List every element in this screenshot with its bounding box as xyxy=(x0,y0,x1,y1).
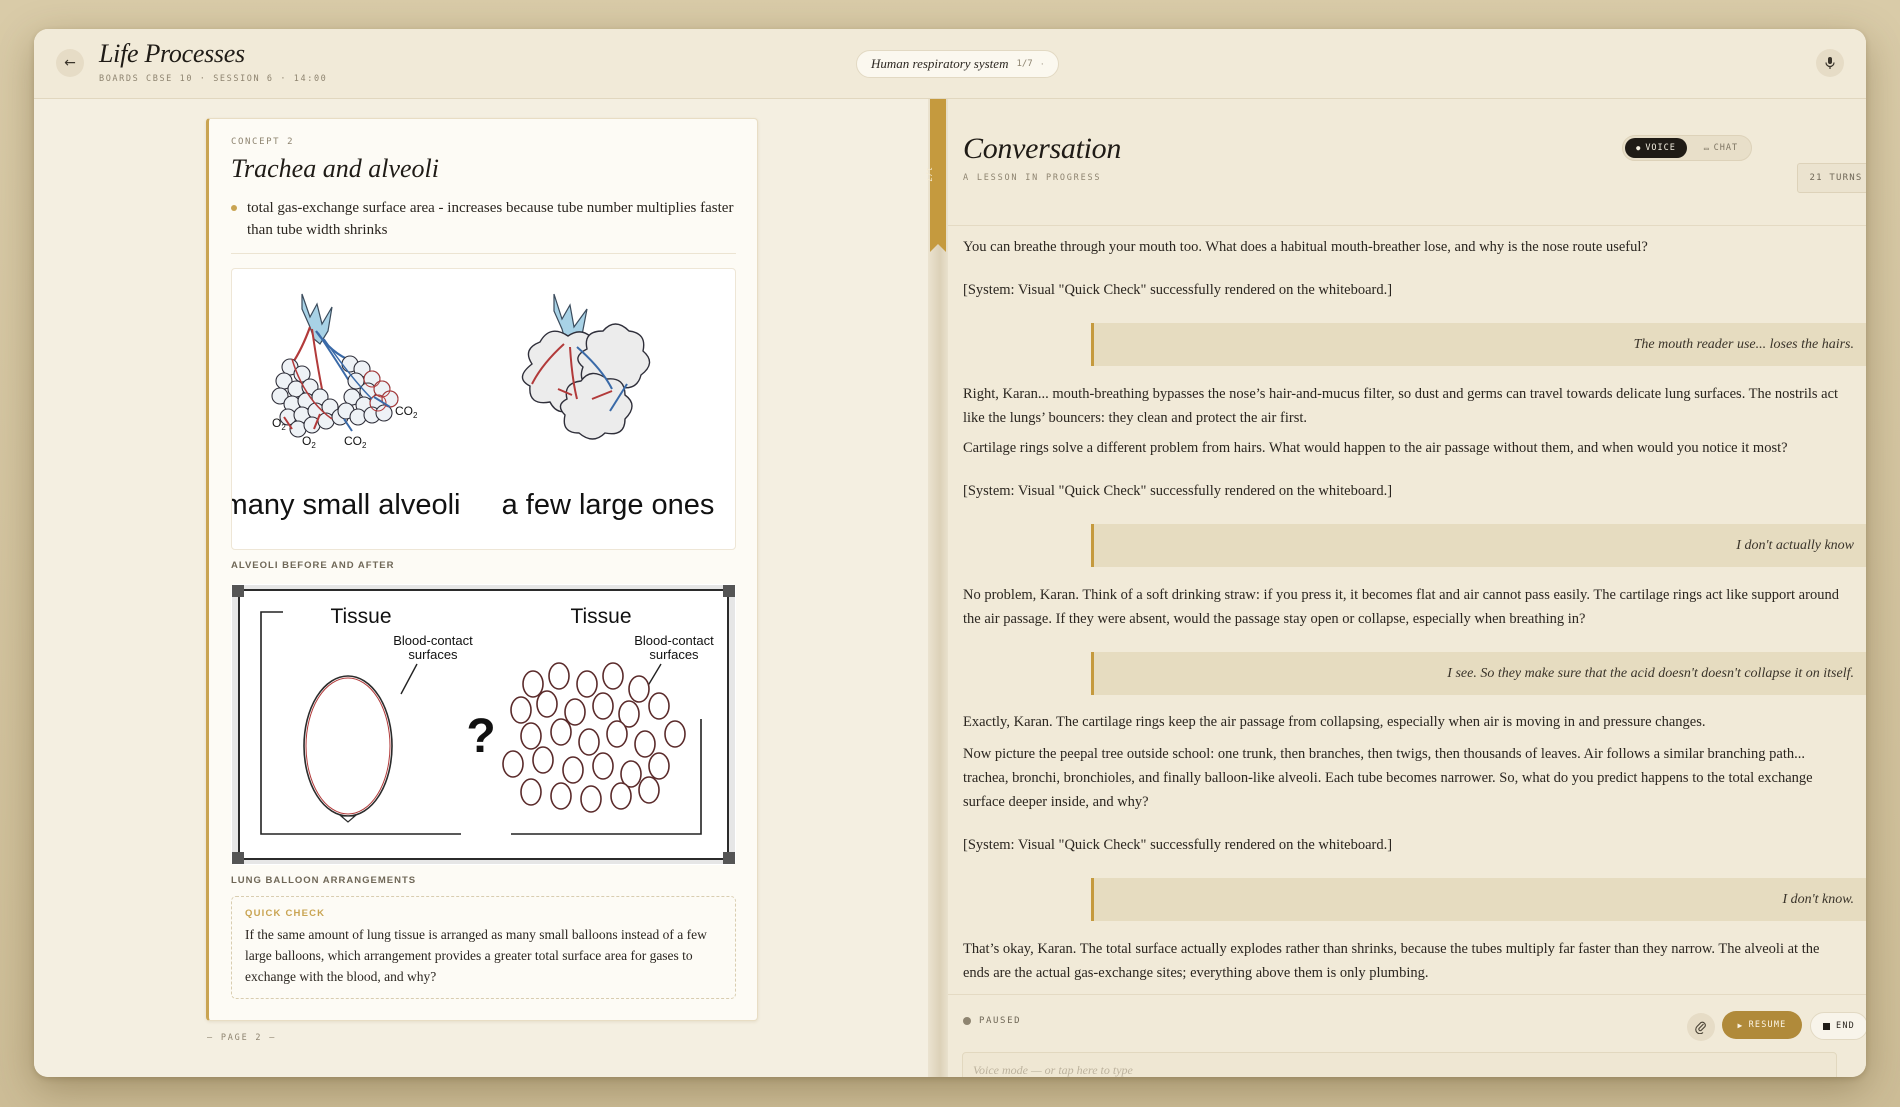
quick-check-label: QUICK CHECK xyxy=(245,908,326,919)
divider xyxy=(948,994,1866,995)
resume-label: RESUME xyxy=(1748,1020,1787,1030)
paperclip-icon xyxy=(1695,1021,1706,1034)
student-message: I don't actually know xyxy=(1091,524,1866,567)
top-bar: ← Life Processes BOARDS CBSE 10 · SESSIO… xyxy=(34,29,1866,99)
blood-contact-right: Blood-contact xyxy=(634,633,714,648)
bullet-dot xyxy=(231,205,237,211)
bullet-text: total gas-exchange surface area - increa… xyxy=(247,200,734,238)
voice-dot-icon: ● xyxy=(1636,144,1642,152)
tutor-message: That’s okay, Karan. The total surface ac… xyxy=(963,941,1820,981)
status-label: PAUSED xyxy=(979,1016,1022,1026)
app-title: Life Processes xyxy=(99,39,245,68)
student-message: The mouth reader use... loses the hairs. xyxy=(1091,323,1866,366)
mode-toggle: ● VOICE ▭ CHAT xyxy=(1622,135,1752,161)
topic-dot: · xyxy=(1040,59,1044,69)
small-alveoli-cluster: O2 O2 CO2 CO2 xyxy=(271,293,418,450)
lesson-page: CONCEPT 2 Trachea and alveoli total gas-… xyxy=(34,99,928,1077)
figure2-caption: LUNG BALLOON ARRANGEMENTS xyxy=(231,875,417,886)
student-message-text: The mouth reader use... loses the hairs. xyxy=(1633,336,1854,352)
app-window: ← Life Processes BOARDS CBSE 10 · SESSIO… xyxy=(34,29,1866,1077)
back-button[interactable]: ← xyxy=(56,49,84,77)
concept-bullet: total gas-exchange surface area - increa… xyxy=(231,197,736,241)
concept-title: Trachea and alveoli xyxy=(231,154,439,183)
system-message: [System: Visual "Quick Check" successful… xyxy=(963,483,1393,499)
blood-contact-left: Blood-contact xyxy=(393,633,473,648)
system-message: [System: Visual "Quick Check" successful… xyxy=(963,282,1393,298)
page-number: — PAGE 2 — xyxy=(207,1033,277,1043)
arrow-left-icon: ← xyxy=(64,55,76,71)
tissue-left-label: Tissue xyxy=(330,605,391,628)
svg-text:CO2: CO2 xyxy=(344,434,367,450)
tutor-message: Exactly, Karan. The cartilage rings keep… xyxy=(963,714,1706,730)
divider xyxy=(231,253,736,254)
question-mark: ? xyxy=(466,710,495,763)
large-alveoli-cluster xyxy=(521,293,651,440)
voice-mode-label: VOICE xyxy=(1645,143,1676,153)
tutor-message: Right, Karan... mouth-breathing bypasses… xyxy=(963,386,1839,426)
microphone-icon xyxy=(1825,57,1835,69)
play-icon: ▶ xyxy=(1737,1020,1744,1030)
session-status: PAUSED xyxy=(963,1016,1021,1026)
tissue-right-label: Tissue xyxy=(570,605,631,628)
turns-badge: 21 TURNS xyxy=(1797,163,1866,193)
student-message-text: I see. So they make sure that the acid d… xyxy=(1447,665,1854,681)
tutor-message: You can breathe through your mouth too. … xyxy=(963,239,1648,255)
student-message-text: I don't know. xyxy=(1782,891,1854,907)
conversation-panel: Conversation A LESSON IN PROGRESS ● VOIC… xyxy=(948,99,1866,1077)
status-dot-icon xyxy=(963,1017,971,1025)
concept-card: CONCEPT 2 Trachea and alveoli total gas-… xyxy=(206,118,758,1021)
stop-icon xyxy=(1823,1022,1831,1030)
student-message: I don't know. xyxy=(1091,878,1866,921)
tutor-message: Cartilage rings solve a different proble… xyxy=(963,440,1788,456)
bookmark-ribbon-tip xyxy=(930,244,946,252)
session-info: BOARDS CBSE 10 · SESSION 6 · 14:00 xyxy=(99,74,328,84)
alveoli-illustration: O2 O2 CO2 CO2 many small alveoli a few l… xyxy=(224,293,715,521)
chat-icon: ▭ xyxy=(1703,143,1710,153)
figure1-caption: ALVEOLI BEFORE AND AFTER xyxy=(231,560,395,571)
topic-label: Human respiratory system xyxy=(871,56,1009,71)
end-button[interactable]: END xyxy=(1810,1012,1866,1040)
surfaces-right: surfaces xyxy=(649,647,699,662)
student-message-text: I don't actually know xyxy=(1736,537,1854,553)
voice-mode-button[interactable]: ● VOICE xyxy=(1625,138,1687,158)
end-label: END xyxy=(1836,1021,1855,1031)
figure1-left-label: many small alveoli xyxy=(232,489,460,521)
tutor-message: No problem, Karan. Think of a soft drink… xyxy=(963,587,1839,627)
chat-mode-button[interactable]: ▭ CHAT xyxy=(1693,138,1749,158)
conversation-subtitle: A LESSON IN PROGRESS xyxy=(963,173,1102,183)
concept-label: CONCEPT 2 xyxy=(231,137,295,147)
balloon-figure: Tissue Tissue Blood-contact surfaces Blo… xyxy=(231,584,736,865)
surfaces-left: surfaces xyxy=(408,647,458,662)
svg-text:CO2: CO2 xyxy=(395,404,418,420)
system-message: [System: Visual "Quick Check" successful… xyxy=(963,837,1393,853)
quick-check-box: QUICK CHECK If the same amount of lung t… xyxy=(231,896,736,999)
message-input[interactable] xyxy=(962,1052,1837,1077)
chat-mode-label: CHAT xyxy=(1713,143,1739,153)
microphone-button[interactable] xyxy=(1816,49,1844,77)
attach-button[interactable] xyxy=(1687,1013,1715,1041)
figure1-right-label: a few large ones xyxy=(502,489,715,521)
svg-text:O2: O2 xyxy=(302,434,316,450)
student-message: I see. So they make sure that the acid d… xyxy=(1091,652,1866,695)
resume-button[interactable]: ▶ RESUME xyxy=(1722,1011,1802,1039)
conversation-title: Conversation xyxy=(963,132,1122,165)
topic-progress: 1/7 xyxy=(1016,59,1033,69)
quick-check-question: If the same amount of lung tissue is arr… xyxy=(245,927,707,984)
bookmark-text: 1/7 xyxy=(925,167,933,183)
topic-selector[interactable]: Human respiratory system 1/7 · xyxy=(856,50,1059,78)
scroll-fade xyxy=(948,226,1866,238)
message-list[interactable]: You can breathe through your mouth too. … xyxy=(948,226,1866,1066)
alveoli-figure: O2 O2 CO2 CO2 many small alveoli a few l… xyxy=(224,268,736,550)
balloon-illustration: Tissue Tissue Blood-contact surfaces Blo… xyxy=(232,585,735,864)
tutor-message: Now picture the peepal tree outside scho… xyxy=(963,746,1813,810)
